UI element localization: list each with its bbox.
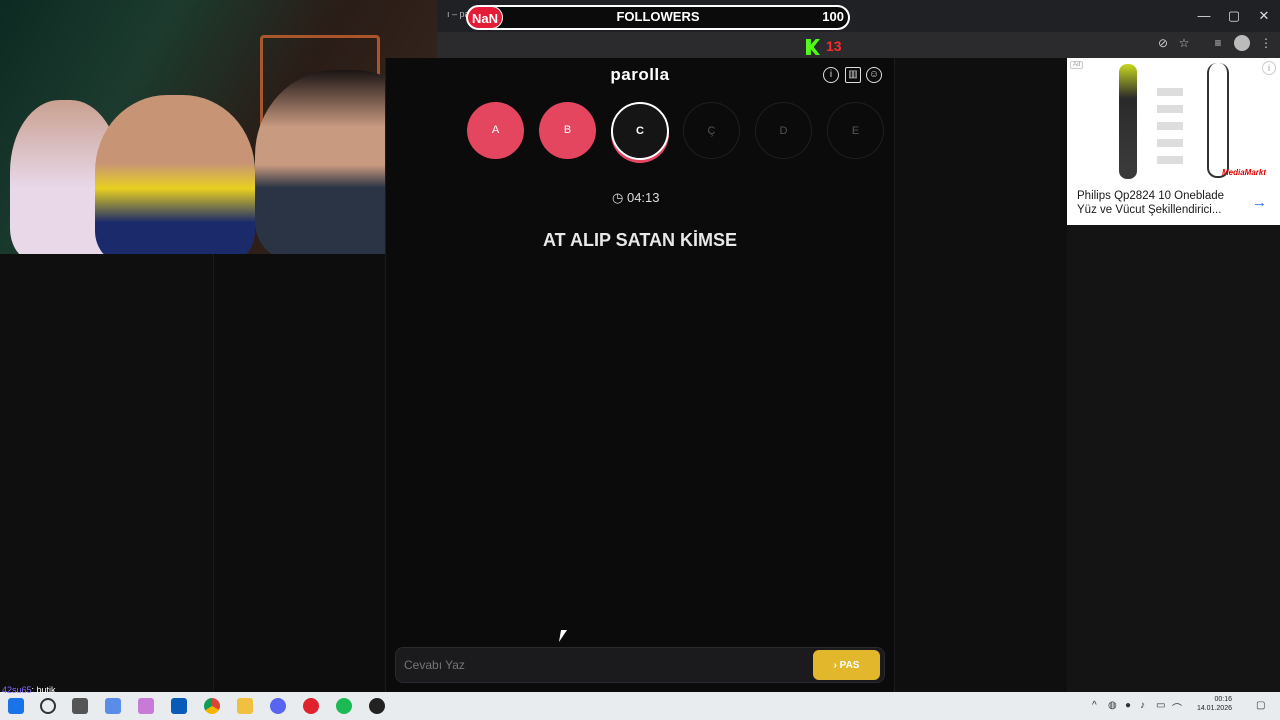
nan-badge: NaN bbox=[467, 6, 503, 29]
stream-chat-line: 42su65: butik bbox=[2, 685, 56, 695]
copilot-icon[interactable] bbox=[138, 698, 154, 714]
letter-circle-cc: Ç bbox=[683, 102, 740, 159]
pass-button-label: PAS bbox=[839, 659, 860, 671]
ad-badge: Ad bbox=[1070, 61, 1084, 69]
right-empty-column bbox=[1067, 225, 1280, 692]
chat-message: : butik bbox=[31, 685, 56, 695]
letter-circle-e: E bbox=[827, 102, 884, 159]
profile-avatar-icon[interactable] bbox=[1234, 35, 1250, 51]
letter-circle-a: A bbox=[467, 102, 524, 159]
maximize-icon[interactable]: ▢ bbox=[1222, 8, 1246, 24]
tab-search-icon[interactable]: ≡ bbox=[1210, 35, 1226, 51]
cable-image bbox=[1207, 63, 1229, 178]
pass-button[interactable]: › PAS bbox=[813, 650, 880, 680]
clock-time: 00:16 bbox=[1214, 696, 1232, 703]
discord-icon[interactable] bbox=[270, 698, 286, 714]
eye-off-icon[interactable]: ⊘ bbox=[1155, 35, 1171, 51]
person-middle bbox=[95, 95, 255, 254]
spotify-icon[interactable] bbox=[336, 698, 352, 714]
chrome-icon[interactable] bbox=[204, 698, 220, 714]
timer-value: 04:13 bbox=[626, 190, 660, 205]
clock-date: 14.01.2026 bbox=[1196, 705, 1232, 712]
ad-title[interactable]: Philips Qp2824 10 Oneblade Yüz ve Vücut … bbox=[1077, 189, 1237, 217]
followers-label: FOLLOWERS bbox=[616, 9, 700, 24]
ad-info-icon[interactable]: i bbox=[1262, 61, 1276, 75]
ad-brand-logo: MediaMarkt bbox=[1222, 168, 1267, 177]
bookmark-star-icon[interactable]: ☆ bbox=[1176, 35, 1192, 51]
letter-circle-b: B bbox=[539, 102, 596, 159]
ad-product-image[interactable]: MediaMarkt bbox=[1067, 58, 1280, 183]
combs-image bbox=[1157, 88, 1183, 168]
left-empty-column bbox=[213, 254, 385, 692]
info-icon[interactable]: i bbox=[823, 67, 839, 83]
webcam-overlay bbox=[0, 0, 437, 254]
task-view-icon[interactable] bbox=[72, 698, 88, 714]
trimmer-image bbox=[1119, 64, 1137, 179]
letter-circle-d: D bbox=[755, 102, 812, 159]
store-icon[interactable] bbox=[171, 698, 187, 714]
arrow-right-icon[interactable]: → bbox=[1252, 194, 1267, 211]
followers-count: 100 bbox=[822, 9, 844, 24]
obs-icon[interactable] bbox=[369, 698, 385, 714]
file-explorer-icon[interactable] bbox=[237, 698, 253, 714]
notification-icon[interactable]: ▢ bbox=[1256, 700, 1265, 711]
close-icon[interactable]: ✕ bbox=[1252, 8, 1276, 24]
tray-volume-icon[interactable]: ♪ bbox=[1140, 700, 1145, 711]
kick-viewer-count: 13 bbox=[826, 38, 842, 54]
app-red-icon[interactable] bbox=[303, 698, 319, 714]
tray-keyboard-icon[interactable]: ▭ bbox=[1156, 700, 1165, 711]
browser-address-bar bbox=[437, 32, 1280, 58]
start-icon[interactable] bbox=[8, 698, 24, 714]
page-title: parolla bbox=[610, 65, 670, 84]
tray-wifi-icon[interactable]: ⌒ bbox=[1172, 700, 1182, 715]
question-text: AT ALIP SATAN KİMSE bbox=[542, 230, 737, 250]
search-icon[interactable] bbox=[40, 698, 56, 714]
taskbar bbox=[0, 692, 1280, 720]
browser-menu-icon[interactable]: ⋮ bbox=[1258, 35, 1274, 51]
minimize-icon[interactable]: — bbox=[1192, 8, 1216, 23]
tray-network-icon[interactable]: ◍ bbox=[1108, 700, 1117, 711]
stats-icon[interactable]: ▥ bbox=[845, 67, 861, 83]
answer-input[interactable] bbox=[404, 656, 804, 674]
tray-chevron-icon[interactable]: ^ bbox=[1092, 700, 1097, 711]
chat-username: 42su65 bbox=[2, 685, 32, 695]
timer: ◷ 04:13 bbox=[612, 190, 660, 206]
chevron-right-icon: › bbox=[833, 659, 837, 671]
taskbar-clock[interactable]: 00:16 14.01.2026 bbox=[1196, 695, 1232, 713]
profile-icon[interactable]: ☺ bbox=[866, 67, 882, 83]
letter-circle-c: C bbox=[611, 102, 669, 160]
clock-icon: ◷ bbox=[612, 190, 624, 205]
tray-mic-icon[interactable]: ● bbox=[1125, 700, 1131, 711]
widgets-icon[interactable] bbox=[105, 698, 121, 714]
